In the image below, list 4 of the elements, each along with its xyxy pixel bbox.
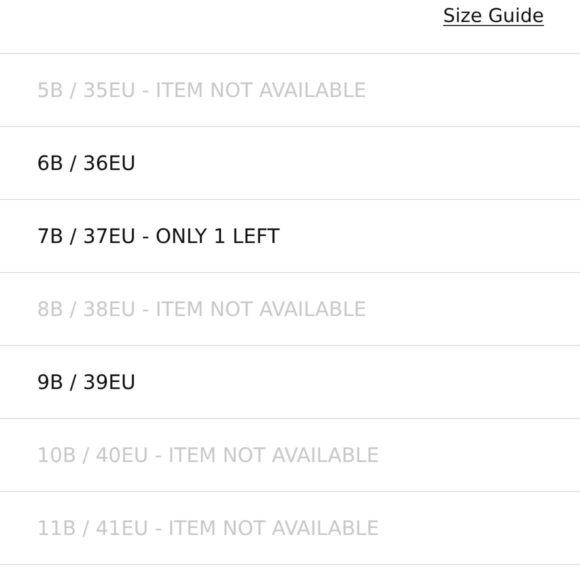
size-option[interactable]: 6B / 36EU [0,127,580,200]
size-option[interactable]: 7B / 37EU - ONLY 1 LEFT [0,200,580,273]
size-option[interactable]: 9B / 39EU [0,346,580,419]
size-guide-link[interactable]: Size Guide [443,2,544,30]
